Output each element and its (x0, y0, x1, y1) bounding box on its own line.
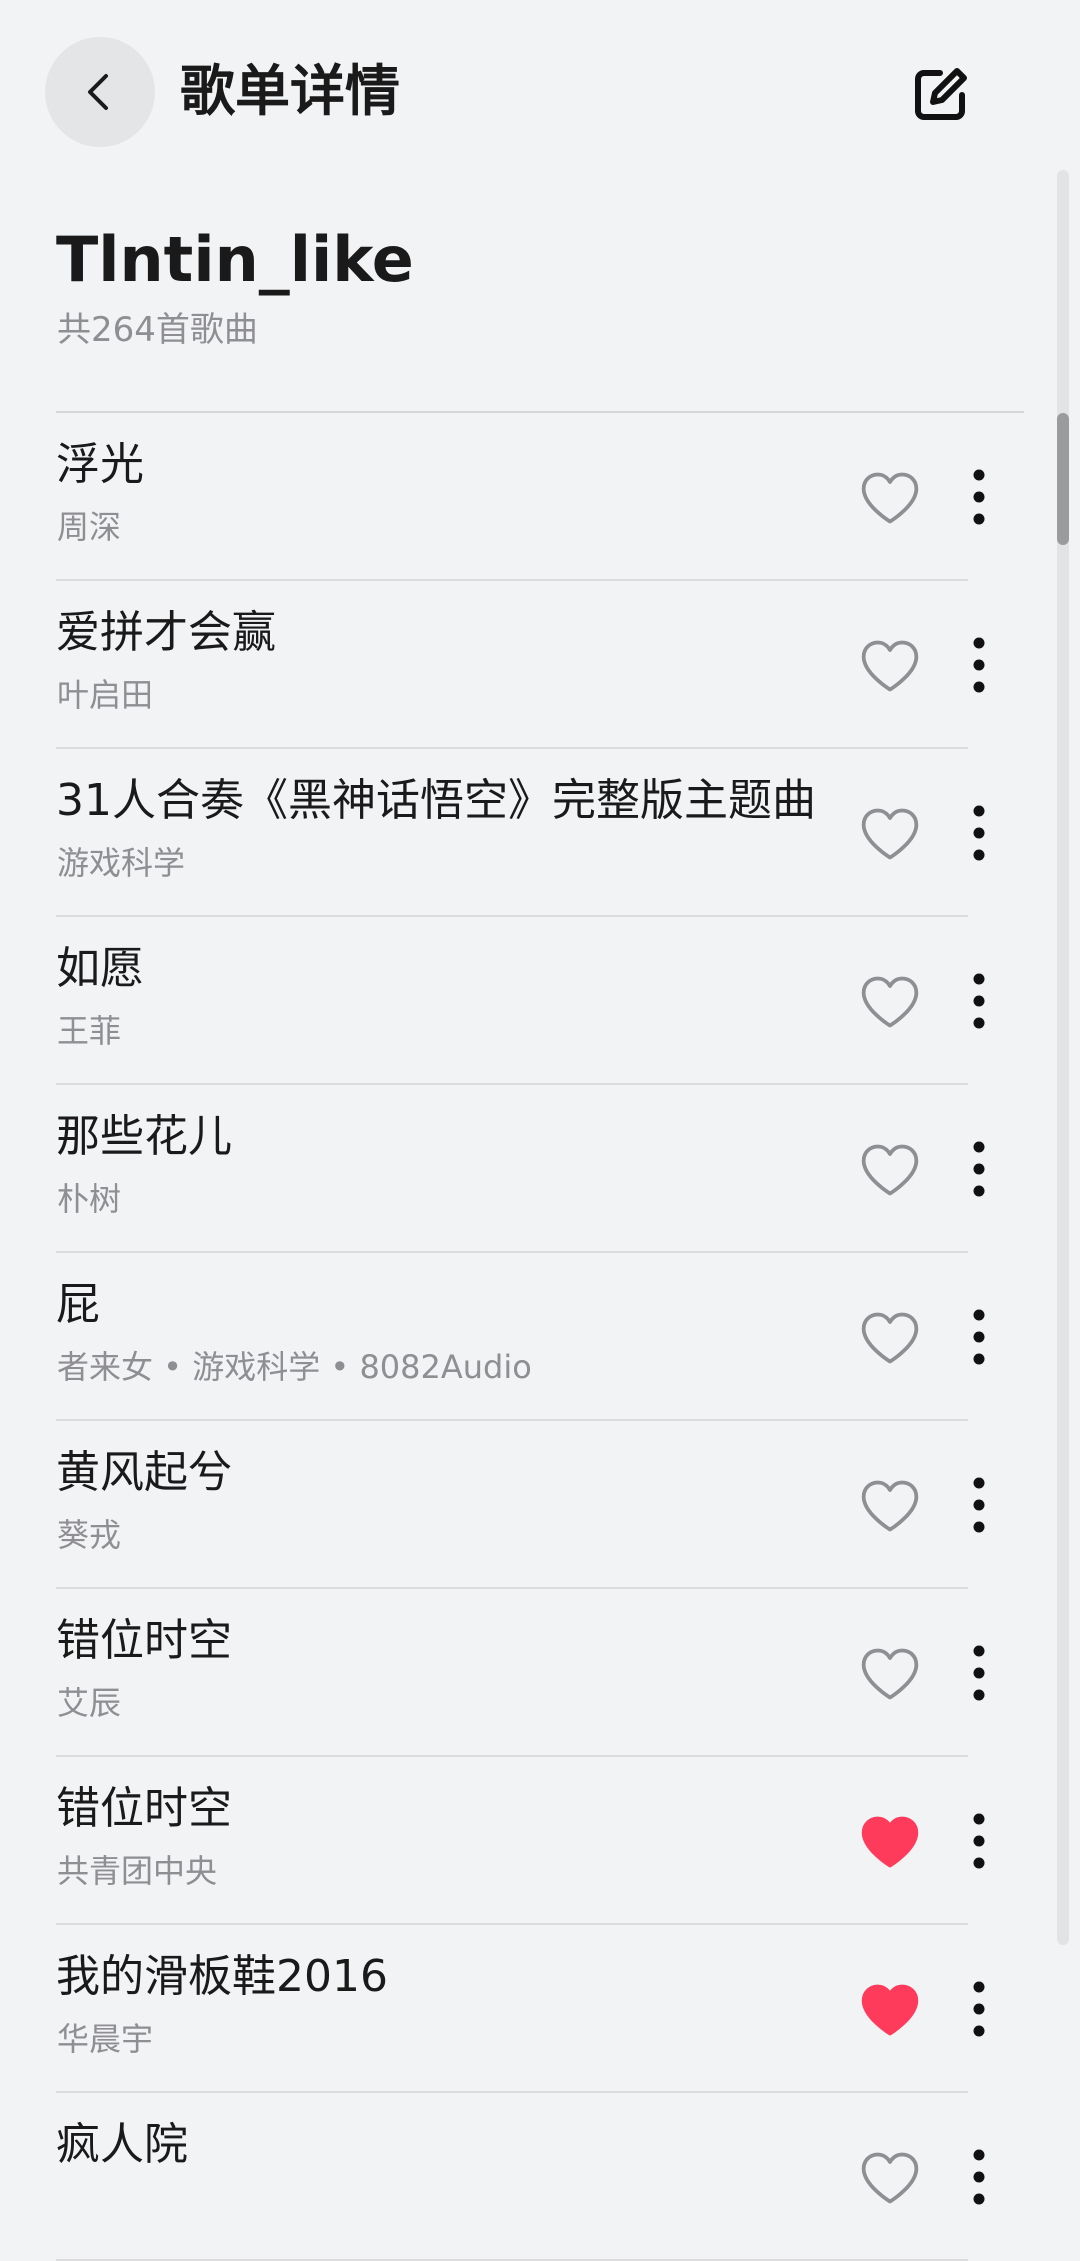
song-artist: 周深 (57, 508, 122, 546)
heart-outline-icon (861, 976, 919, 1028)
like-button[interactable] (856, 635, 924, 697)
song-title: 屁 (56, 1279, 100, 1330)
song-artist: 王菲 (57, 1012, 122, 1050)
song-row[interactable]: 那些花儿 朴树 (0, 1085, 1080, 1253)
more-vertical-icon (973, 1813, 985, 1869)
page-title: 歌单详情 (180, 59, 401, 123)
more-options-button[interactable] (954, 1969, 1004, 2049)
more-options-button[interactable] (954, 1129, 1004, 1209)
song-artist: 葵戎 (57, 1516, 122, 1554)
song-artist: 华晨宇 (57, 2020, 154, 2058)
more-options-button[interactable] (954, 1297, 1004, 1377)
edit-icon (915, 68, 967, 120)
song-title: 疯人院 (56, 2119, 188, 2170)
more-options-button[interactable] (954, 793, 1004, 873)
song-artist: 叶启田 (57, 676, 154, 714)
song-title: 我的滑板鞋2016 (56, 1951, 388, 2002)
heart-outline-icon (861, 1312, 919, 1364)
song-artist: 游戏科学 (57, 844, 186, 882)
more-options-button[interactable] (954, 1801, 1004, 1881)
song-row[interactable]: 疯人院 (0, 2093, 1080, 2261)
playlist-song-count: 共264首歌曲 (57, 310, 258, 350)
more-options-button[interactable] (954, 2137, 1004, 2217)
more-options-button[interactable] (954, 1633, 1004, 1713)
more-options-button[interactable] (954, 961, 1004, 1041)
more-vertical-icon (973, 1645, 985, 1701)
song-row[interactable]: 错位时空 共青团中央 (0, 1757, 1080, 1925)
song-row[interactable]: 屁者来女 • 游戏科学 • 8082Audio (0, 1253, 1080, 1421)
song-title: 黄风起兮 (56, 1447, 232, 1498)
more-vertical-icon (973, 1309, 985, 1365)
more-vertical-icon (973, 1141, 985, 1197)
heart-filled-icon (861, 1984, 919, 2036)
song-artist: 者来女 • 游戏科学 • 8082Audio (57, 1348, 532, 1386)
song-artist: 共青团中央 (57, 1852, 218, 1890)
song-title: 错位时空 (56, 1615, 232, 1666)
song-row[interactable]: 我的滑板鞋2016 华晨宇 (0, 1925, 1080, 2093)
like-button[interactable] (856, 1811, 924, 1873)
more-options-button[interactable] (954, 625, 1004, 705)
song-row[interactable]: 错位时空 艾辰 (0, 1589, 1080, 1757)
like-button[interactable] (856, 971, 924, 1033)
song-title: 爱拼才会赢 (56, 607, 276, 658)
like-button[interactable] (856, 2147, 924, 2209)
song-title: 错位时空 (56, 1783, 232, 1834)
song-artist: 艾辰 (57, 1684, 122, 1722)
playlist-name: Tlntin_like (56, 223, 414, 296)
like-button[interactable] (856, 1139, 924, 1201)
more-vertical-icon (973, 1981, 985, 2037)
heart-filled-icon (861, 1816, 919, 1868)
more-vertical-icon (973, 469, 985, 525)
heart-outline-icon (861, 808, 919, 860)
more-vertical-icon (973, 973, 985, 1029)
like-button[interactable] (856, 467, 924, 529)
scrollbar[interactable] (1057, 170, 1069, 1945)
heart-outline-icon (861, 472, 919, 524)
song-row[interactable]: 浮光 周深 (0, 413, 1080, 581)
more-options-button[interactable] (954, 1465, 1004, 1545)
song-row[interactable]: 如愿 王菲 (0, 917, 1080, 1085)
heart-outline-icon (861, 2152, 919, 2204)
more-vertical-icon (973, 637, 985, 693)
like-button[interactable] (856, 1979, 924, 2041)
back-button[interactable] (45, 37, 155, 147)
song-row[interactable]: 爱拼才会赢 叶启田 (0, 581, 1080, 749)
song-title: 那些花儿 (56, 1111, 232, 1162)
song-row[interactable]: 31人合奏《黑神话悟空》完整版主题曲游戏科学 (0, 749, 1080, 917)
like-button[interactable] (856, 803, 924, 865)
more-vertical-icon (973, 2149, 985, 2205)
song-title: 31人合奏《黑神话悟空》完整版主题曲 (56, 775, 816, 826)
like-button[interactable] (856, 1475, 924, 1537)
chevron-left-icon (88, 74, 108, 110)
like-button[interactable] (856, 1643, 924, 1705)
song-artist: 朴树 (57, 1180, 122, 1218)
heart-outline-icon (861, 1480, 919, 1532)
edit-button[interactable] (900, 55, 980, 135)
scrollbar-thumb[interactable] (1057, 413, 1069, 545)
more-vertical-icon (973, 805, 985, 861)
song-title: 如愿 (56, 943, 144, 994)
more-options-button[interactable] (954, 457, 1004, 537)
song-title: 浮光 (56, 439, 144, 490)
heart-outline-icon (861, 640, 919, 692)
song-list: 浮光 周深 爱拼才会赢 叶启田 31人合奏《黑神话悟空》完整版主题曲 游戏科学 如愿 王菲 那些… (0, 413, 1080, 2261)
top-bar: 歌单详情 (0, 0, 1080, 185)
song-row[interactable]: 黄风起兮 葵戎 (0, 1421, 1080, 1589)
more-vertical-icon (973, 1477, 985, 1533)
like-button[interactable] (856, 1307, 924, 1369)
heart-outline-icon (861, 1648, 919, 1700)
heart-outline-icon (861, 1144, 919, 1196)
